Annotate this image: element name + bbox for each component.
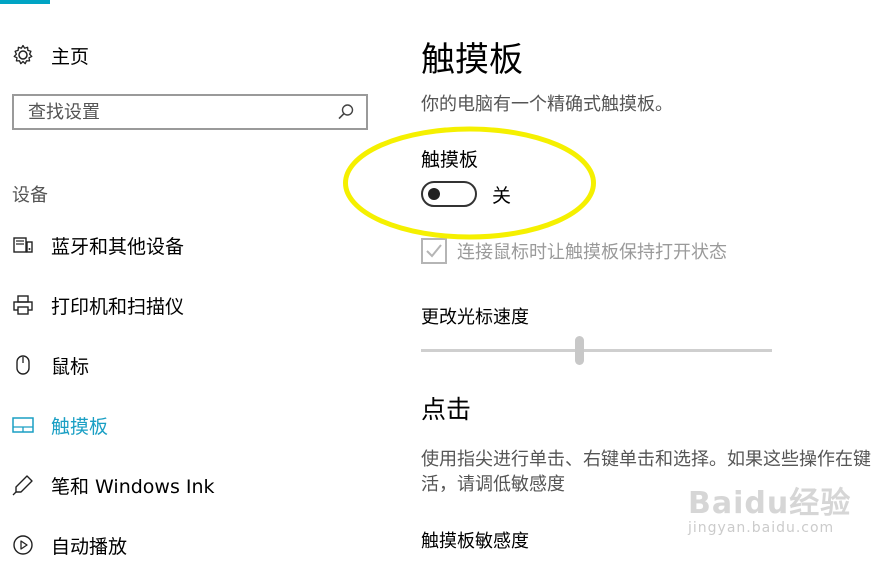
page-title: 触摸板 — [421, 40, 523, 80]
page-description: 你的电脑有一个精确式触摸板。 — [421, 94, 673, 115]
sidebar-item-mouse[interactable]: 鼠标 — [12, 350, 89, 380]
sidebar-item-label: 触摸板 — [51, 415, 109, 438]
search-icon[interactable] — [336, 102, 356, 122]
toggle-state-label: 关 — [492, 185, 512, 207]
toggle-knob — [428, 188, 440, 200]
sidebar-item-label: 自动播放 — [51, 535, 128, 558]
taps-section-title: 点击 — [421, 395, 472, 424]
checkmark-icon — [426, 244, 442, 258]
sidebar-item-touchpad[interactable]: 触摸板 — [12, 410, 108, 440]
printer-icon — [12, 294, 34, 316]
watermark-url: jingyan.baidu.com — [688, 520, 835, 536]
slider-thumb[interactable] — [575, 336, 584, 365]
sidebar-section-label: 设备 — [12, 185, 48, 206]
sidebar-item-label: 笔和 Windows Ink — [51, 475, 215, 498]
pen-icon — [12, 474, 34, 496]
sidebar-item-printers[interactable]: 打印机和扫描仪 — [12, 290, 184, 320]
mouse-icon — [12, 354, 34, 376]
cursor-speed-label: 更改光标速度 — [421, 307, 529, 328]
touchpad-toggle[interactable] — [421, 181, 477, 207]
taps-description-line: 使用指尖进行单击、右键单击和选择。如果这些操作在键 — [421, 449, 871, 470]
sidebar-item-autoplay[interactable]: 自动播放 — [12, 530, 127, 560]
autoplay-icon — [12, 534, 34, 556]
cursor-speed-slider[interactable] — [421, 336, 772, 366]
bluetooth-devices-icon — [12, 234, 34, 256]
sidebar-home-label: 主页 — [51, 45, 90, 68]
gear-icon — [12, 44, 34, 66]
watermark-logo-text: Baidu经验 — [688, 486, 852, 521]
accent-strip — [0, 0, 50, 4]
sidebar-item-label: 蓝牙和其他设备 — [51, 235, 185, 258]
touchpad-icon — [12, 414, 34, 436]
touchpad-sensitivity-label: 触摸板敏感度 — [421, 531, 529, 552]
touchpad-toggle-caption: 触摸板 — [421, 149, 479, 171]
sidebar-item-label: 打印机和扫描仪 — [51, 295, 185, 318]
keep-touchpad-on-option: 连接鼠标时让触摸板保持打开状态 — [421, 238, 727, 264]
sidebar-home[interactable]: 主页 — [12, 40, 89, 70]
search-box[interactable] — [12, 94, 368, 130]
baidu-watermark: Baidu经验 jingyan.baidu.com — [688, 478, 888, 538]
sidebar-item-bluetooth[interactable]: 蓝牙和其他设备 — [12, 230, 184, 260]
search-input[interactable] — [14, 100, 336, 124]
slider-track — [421, 349, 772, 352]
sidebar-item-label: 鼠标 — [51, 355, 90, 378]
checkbox-label: 连接鼠标时让触摸板保持打开状态 — [457, 242, 727, 263]
sidebar-item-pen[interactable]: 笔和 Windows Ink — [12, 470, 215, 500]
keep-touchpad-on-checkbox[interactable] — [421, 238, 447, 264]
